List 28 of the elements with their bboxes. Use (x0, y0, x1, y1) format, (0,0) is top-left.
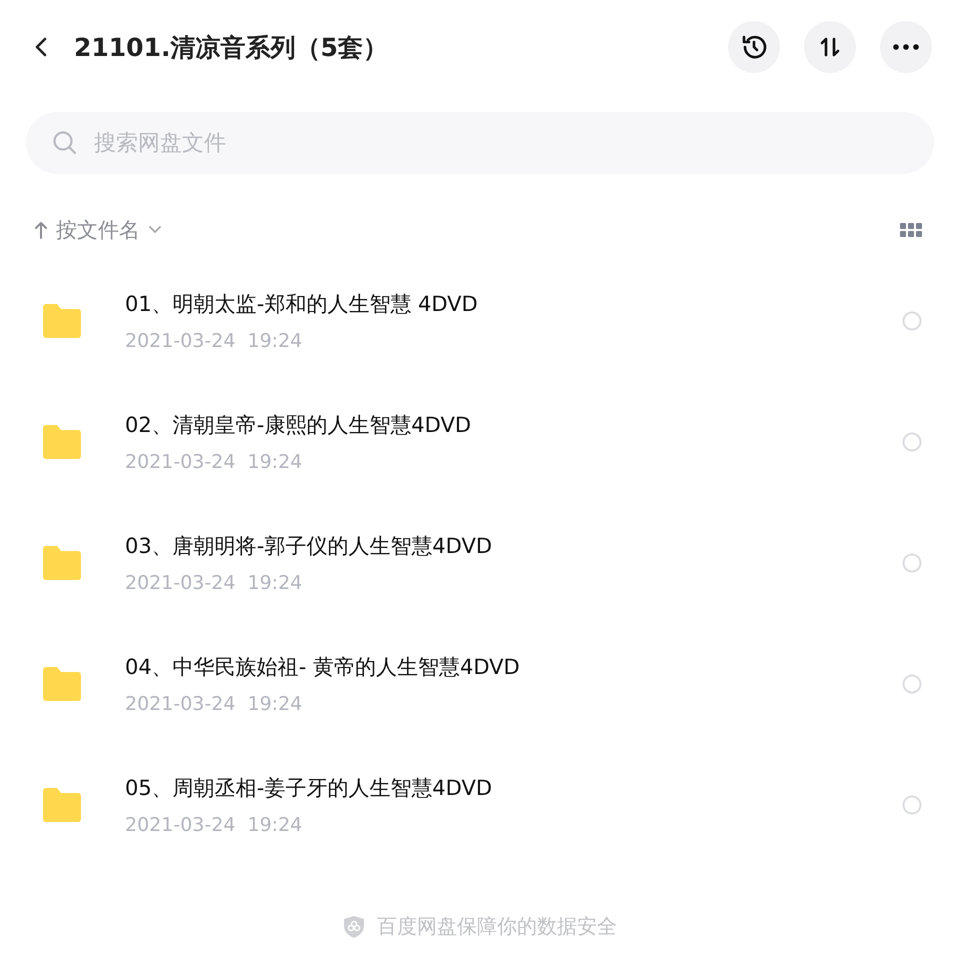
folder-icon (43, 304, 81, 338)
folder-icon (43, 666, 81, 700)
file-name[interactable]: 05、周朝丞相-姜子牙的人生智慧4DVD (125, 774, 902, 802)
shield-icon (343, 914, 365, 938)
security-note: 百度网盘保障你的数据安全 (377, 913, 617, 940)
file-date: 2021-03-24 19:24 (125, 572, 304, 594)
folder-icon (43, 788, 81, 822)
file-date: 2021-03-24 19:24 (125, 814, 304, 836)
select-checkbox[interactable] (902, 552, 922, 572)
file-name[interactable]: 01、明朝太监-郑和的人生智慧 4DVD (125, 290, 902, 318)
select-checkbox[interactable] (902, 432, 922, 452)
select-checkbox[interactable] (902, 310, 922, 330)
caret-icon (148, 225, 162, 235)
file-date: 2021-03-24 19:24 (125, 330, 304, 352)
more-icon (892, 43, 920, 51)
file-date: 2021-03-24 19:24 (125, 450, 304, 472)
folder-title: 21101.清凉音系列（5套） (74, 32, 389, 64)
file-name[interactable]: 02、清朝皇帝-康熙的人生智慧4DVD (125, 410, 902, 438)
select-checkbox[interactable] (902, 674, 922, 694)
folder-icon (43, 424, 81, 458)
search-field[interactable]: 搜索网盘文件 (26, 112, 934, 174)
file-name[interactable]: 03、唐朝明将-郭子仪的人生智慧4DVD (125, 532, 902, 560)
select-checkbox[interactable] (902, 794, 922, 814)
file-name[interactable]: 04、中华民族始祖- 黄帝的人生智慧4DVD (125, 652, 902, 680)
grid-view-icon[interactable] (900, 222, 922, 238)
up-arrow-icon (34, 220, 48, 240)
file-date: 2021-03-24 19:24 (125, 692, 304, 714)
folder-icon (43, 546, 81, 580)
